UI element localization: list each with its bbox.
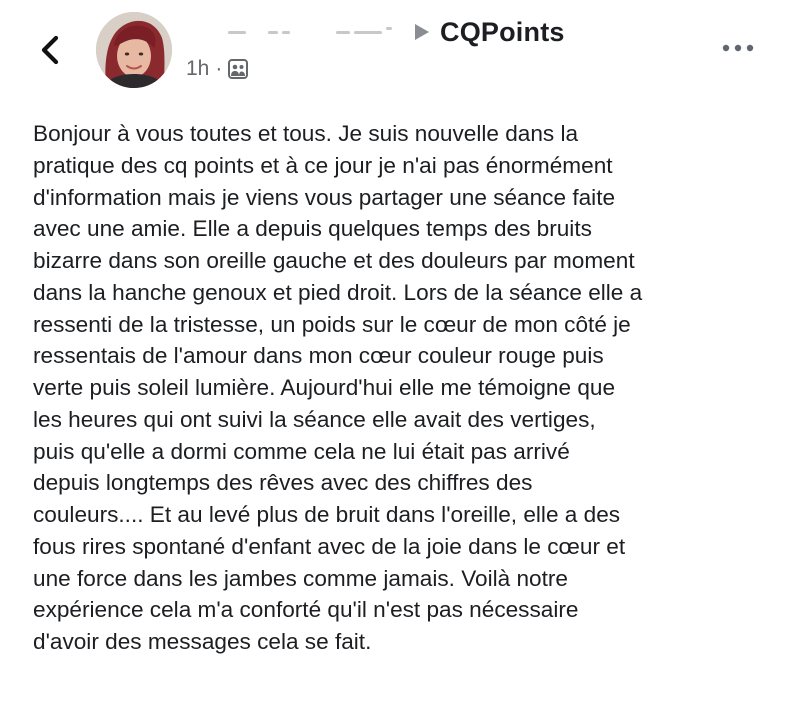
back-arrow-icon: [41, 35, 59, 65]
avatar-photo: [96, 12, 172, 88]
group-name-link[interactable]: CQPoints: [440, 17, 565, 48]
post-timestamp[interactable]: 1h: [186, 57, 209, 81]
back-button[interactable]: [30, 28, 70, 72]
more-options-button[interactable]: [718, 36, 758, 60]
post-text: Bonjour à vous toutes et tous. Je suis n…: [33, 121, 643, 654]
group-audience-icon: [228, 59, 249, 79]
post-meta: 1h ·: [186, 55, 249, 83]
meta-separator: ·: [215, 57, 223, 80]
author-name-obscured: [226, 25, 406, 39]
avatar[interactable]: [96, 12, 172, 88]
right-triangle-icon: [414, 23, 430, 41]
post-header: CQPoints 1h ·: [0, 0, 791, 100]
more-options-icon: [722, 44, 754, 52]
author-line: CQPoints: [226, 14, 565, 50]
